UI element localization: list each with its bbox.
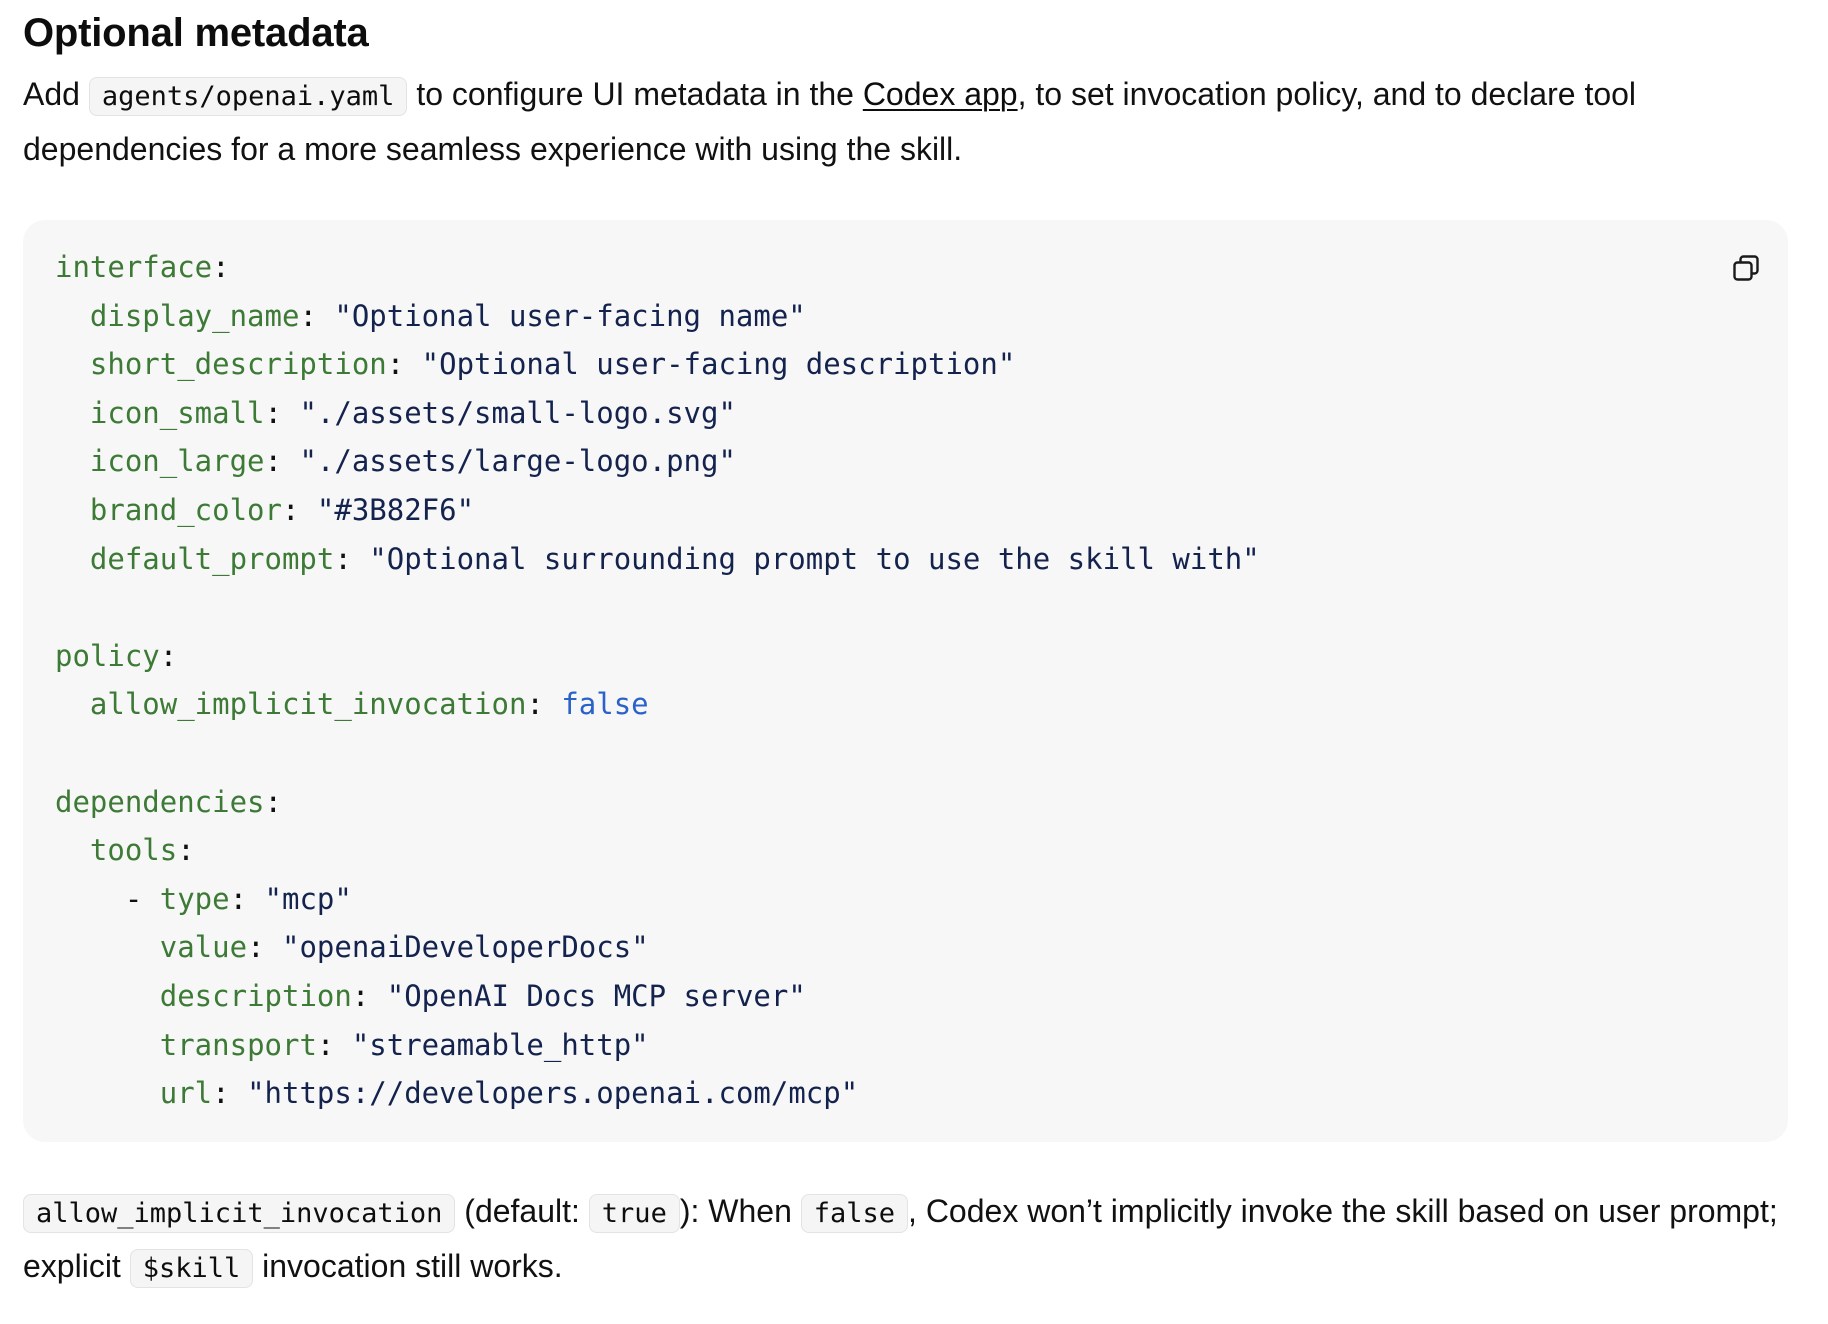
code-value: "./assets/small-logo.svg" [299, 395, 736, 430]
section-heading: Optional metadata [23, 11, 369, 55]
code-separator: : [386, 347, 422, 382]
code-separator: : [177, 833, 195, 868]
code-value: "mcp" [264, 881, 352, 916]
code-block: interface: display_name: "Optional user-… [23, 220, 1788, 1142]
inline-code-setting: allow_implicit_invocation [23, 1194, 456, 1233]
code-key: dependencies [55, 784, 265, 819]
code-separator: : [159, 638, 178, 673]
code-separator: : [229, 881, 265, 916]
code-separator: : [351, 978, 387, 1013]
code-key: allow_implicit_invocation [89, 687, 527, 722]
code-separator: : [212, 250, 230, 284]
code-key: brand_color [89, 492, 282, 527]
code-line: display_name: "Optional user-facing name… [55, 299, 806, 333]
code-value: "openaiDeveloperDocs" [282, 930, 649, 965]
code-key: tools [89, 833, 178, 868]
code-line: description: "OpenAI Docs MCP server" [55, 979, 806, 1013]
code-key: transport [159, 1027, 317, 1062]
code-value: "OpenAI Docs MCP server" [386, 978, 806, 1013]
code-indent: - [55, 881, 160, 916]
code-separator: : [316, 1027, 352, 1062]
code-line: icon_large: "./assets/large-logo.png" [55, 444, 736, 478]
code-separator: : [212, 1076, 248, 1111]
code-key: icon_small [89, 395, 265, 430]
code-value: "https://developers.openai.com/mcp" [247, 1076, 859, 1111]
code-value: "Optional surrounding prompt to use the … [369, 541, 1260, 576]
intro-paragraph: Add agents/openai.yaml to configure UI m… [23, 68, 1793, 176]
code-line: short_description: "Optional user-facing… [55, 347, 1015, 381]
code-value: "Optional user-facing name" [334, 298, 806, 333]
code-value: "streamable_http" [351, 1027, 649, 1062]
code-key: type [159, 881, 230, 916]
code-separator: : [264, 784, 282, 819]
code-key: description [159, 978, 352, 1013]
code-line: value: "openaiDeveloperDocs" [55, 930, 649, 964]
code-line: icon_small: "./assets/small-logo.svg" [55, 396, 736, 430]
intro-text-1: Add [23, 76, 89, 112]
code-value: "./assets/large-logo.png" [299, 444, 736, 479]
note-text-1: (default: [455, 1193, 589, 1229]
intro-text-2: to configure UI metadata in the [407, 76, 863, 112]
code-line: default_prompt: "Optional surrounding pr… [55, 542, 1260, 576]
code-key: value [159, 930, 248, 965]
inline-code-false-value: false [800, 1194, 909, 1233]
code-line: allow_implicit_invocation: false [55, 687, 649, 721]
doc-section: Optional metadata Add agents/openai.yaml… [23, 0, 1793, 176]
code-separator: : [264, 444, 300, 479]
code-separator: : [299, 298, 335, 333]
code-key: interface [55, 250, 213, 284]
note-text-2: ): When [679, 1193, 801, 1229]
code-line: policy: [55, 639, 177, 673]
code-line: tools: [55, 833, 195, 867]
code-key: short_description [89, 347, 387, 382]
code-value: false [561, 687, 649, 722]
copy-icon [1733, 255, 1759, 281]
copy-button[interactable] [1726, 248, 1766, 288]
code-key: policy [55, 638, 160, 673]
code-key: display_name [89, 298, 300, 333]
codex-app-link[interactable]: Codex app [863, 76, 1018, 112]
inline-code-default-value: true [588, 1194, 680, 1233]
code-content: interface: display_name: "Optional user-… [55, 243, 1260, 1118]
inline-code-config-file: agents/openai.yaml [88, 77, 408, 116]
note-paragraph: allow_implicit_invocation (default: true… [23, 1185, 1783, 1295]
code-key: url [159, 1076, 213, 1111]
code-separator: : [247, 930, 282, 965]
code-line: transport: "streamable_http" [55, 1028, 649, 1062]
code-separator: : [281, 492, 317, 527]
code-line: url: "https://developers.openai.com/mcp" [55, 1076, 858, 1110]
inline-code-skill: $skill [129, 1249, 254, 1288]
code-line: dependencies: [55, 785, 282, 819]
code-line: interface: [55, 250, 230, 284]
code-line: - type: "mcp" [55, 882, 352, 916]
code-separator: : [526, 687, 562, 722]
note-text-4: invocation still works. [253, 1248, 563, 1284]
code-value: "Optional user-facing description" [421, 347, 1016, 382]
code-separator: : [334, 541, 370, 576]
code-value: "#3B82F6" [316, 492, 475, 527]
code-separator: : [264, 395, 300, 430]
code-key: default_prompt [89, 541, 335, 576]
code-line: brand_color: "#3B82F6" [55, 493, 474, 527]
code-key: icon_large [89, 444, 265, 479]
